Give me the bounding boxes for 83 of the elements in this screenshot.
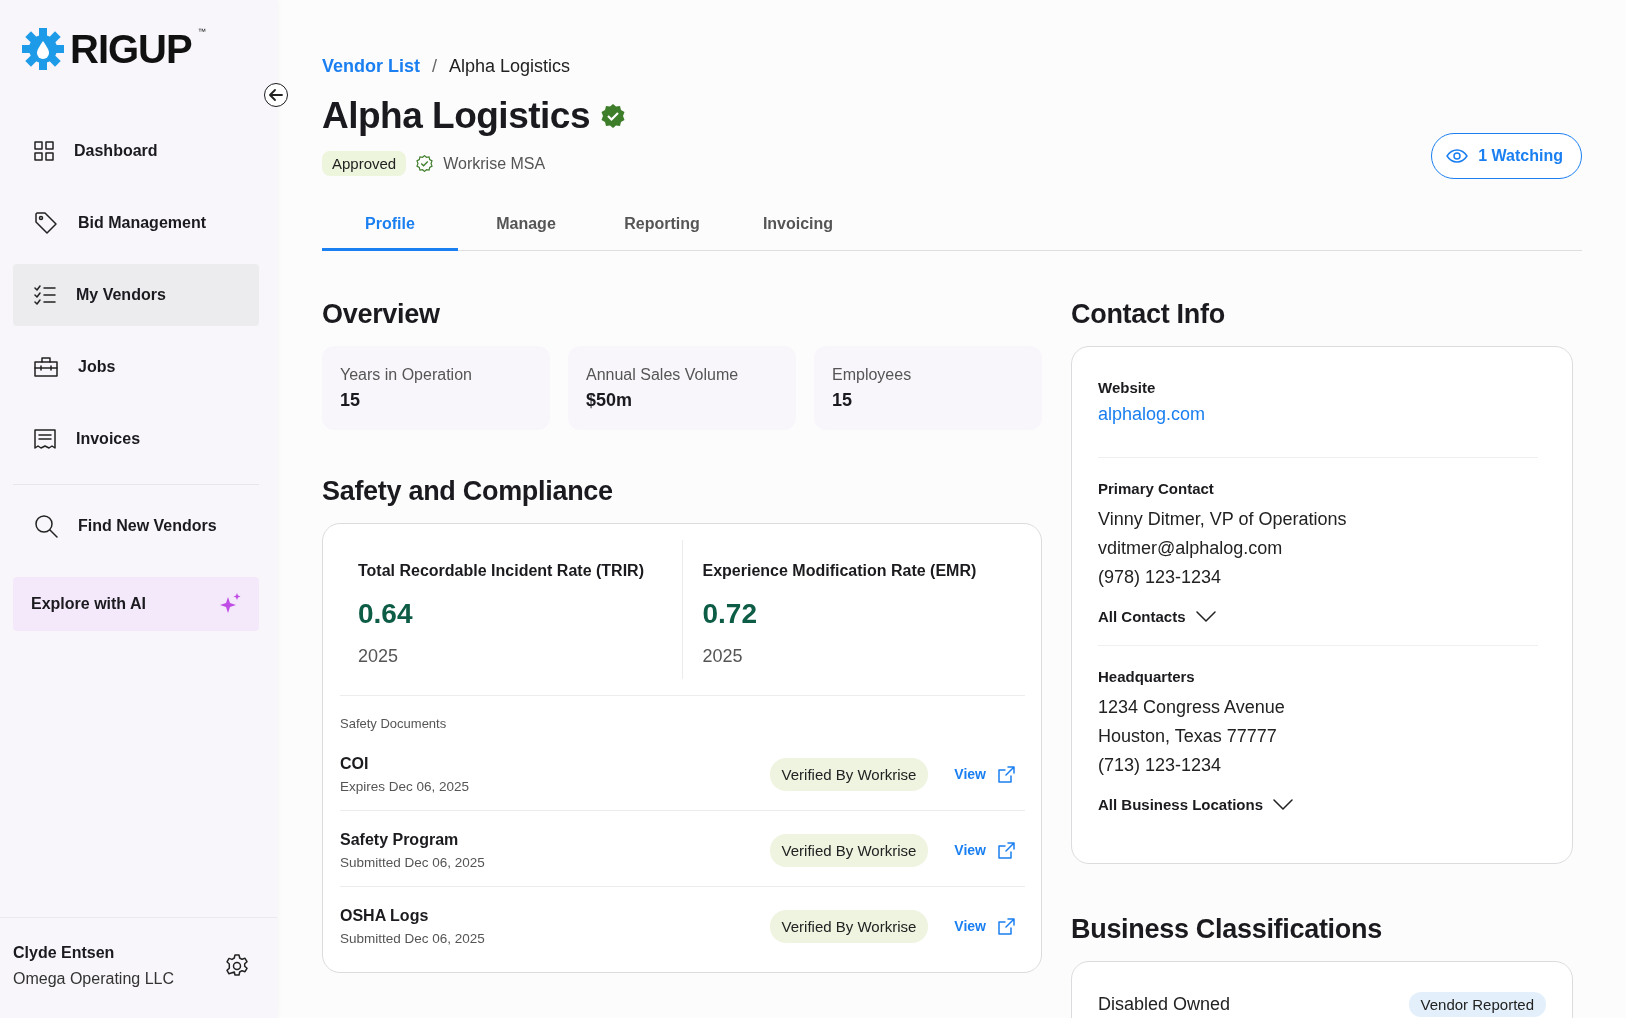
website-link[interactable]: alphalog.com (1098, 403, 1206, 425)
receipt-icon (34, 429, 56, 449)
document-date: Expires Dec 06, 2025 (340, 778, 470, 794)
tab[interactable]: Profile (322, 199, 458, 251)
tab[interactable]: Invoicing (730, 199, 866, 251)
tab[interactable]: Manage (458, 199, 594, 251)
chevron-down-icon (1195, 610, 1216, 622)
status-badge: Approved (322, 151, 407, 176)
watch-button[interactable]: 1 Watching (1431, 133, 1582, 179)
source-tag: Vendor Reported (1408, 991, 1546, 1017)
sidebar-item[interactable]: Dashboard (13, 120, 259, 182)
user-company: Omega Operating LLC (13, 970, 174, 988)
gear-logo-icon (22, 26, 64, 72)
stat-label: Annual Sales Volume (586, 365, 740, 384)
contact-line: (978) 123-1234 (1098, 565, 1223, 589)
breadcrumb-separator: / (432, 56, 438, 77)
stat-value: 15 (340, 389, 362, 411)
verified-badge: Verified By Workrise (769, 757, 929, 791)
sidebar-item[interactable]: Jobs (13, 336, 259, 398)
classification-name: Disabled Owned (1098, 993, 1231, 1015)
metric-label: Experience Modification Rate (EMR) (702, 561, 978, 580)
metric-year: 2025 (358, 645, 400, 667)
eye-icon (1446, 149, 1469, 163)
verified-badge: Verified By Workrise (769, 833, 929, 867)
section-heading: Business Classifications (1071, 913, 1383, 945)
metric-year: 2025 (702, 645, 744, 667)
stat-value: $50m (586, 389, 634, 411)
document-name: COI (340, 754, 370, 773)
logo-wordmark: RIGUP (70, 26, 192, 72)
external-link-icon (998, 765, 1015, 783)
ai-explore-button[interactable]: Explore with AI (13, 577, 259, 631)
stat-label: Years in Operation (340, 365, 473, 384)
search-icon (34, 514, 58, 538)
document-date: Submitted Dec 06, 2025 (340, 854, 485, 870)
section-heading: Overview (322, 298, 441, 330)
field-label: Website (1098, 378, 1157, 396)
external-link-icon (998, 841, 1015, 859)
view-link[interactable]: View (954, 841, 1015, 859)
section-heading: Safety and Compliance (322, 475, 614, 507)
document-name: Safety Program (340, 830, 460, 849)
metric-label: Total Recordable Incident Rate (TRIR) (358, 561, 645, 580)
collapse-button[interactable] (264, 83, 288, 107)
document-date: Submitted Dec 06, 2025 (340, 930, 485, 946)
field-label: Primary Contact (1098, 479, 1215, 497)
stat-value: 15 (832, 389, 854, 411)
contact-line: (713) 123-1234 (1098, 753, 1223, 777)
msa-label: Workrise MSA (443, 154, 546, 173)
contact-line: Houston, Texas 77777 (1098, 724, 1278, 748)
contact-line: Vinny Ditmer, VP of Operations (1098, 507, 1348, 531)
document-name: OSHA Logs (340, 906, 430, 925)
expand-toggle[interactable]: All Business Locations (1098, 795, 1294, 813)
documents-label: Safety Documents (340, 715, 448, 731)
tab[interactable]: Reporting (594, 199, 730, 251)
briefcase-icon (34, 357, 58, 377)
sidebar-item[interactable]: Find New Vendors (13, 495, 259, 557)
section-heading: Contact Info (1071, 298, 1226, 330)
metric-value: 0.72 (702, 597, 758, 630)
stat-label: Employees (832, 365, 913, 384)
sparkle-icon (219, 593, 241, 615)
vendor-title: Alpha Logistics (322, 95, 590, 137)
verified-badge: Verified By Workrise (769, 909, 929, 943)
contact-line: vditmer@alphalog.com (1098, 536, 1284, 560)
sidebar-item[interactable]: Invoices (13, 408, 259, 470)
tag-icon (34, 211, 58, 235)
user-name: Clyde Entsen (13, 944, 116, 962)
breadcrumb-link[interactable]: Vendor List (322, 56, 420, 77)
settings-icon[interactable] (225, 954, 249, 978)
grid-icon (34, 141, 54, 161)
view-link[interactable]: View (954, 917, 1015, 935)
field-label: Headquarters (1098, 667, 1196, 685)
view-link[interactable]: View (954, 765, 1015, 783)
trademark-sign: ™ (197, 26, 206, 38)
external-link-icon (998, 917, 1015, 935)
breadcrumb-current: Alpha Logistics (449, 56, 571, 77)
checklist-icon (34, 285, 56, 305)
arrow-left-icon (269, 89, 283, 101)
metric-value: 0.64 (358, 597, 414, 630)
check-badge-icon (416, 155, 434, 172)
sidebar-item[interactable]: Bid Management (13, 192, 259, 254)
sidebar-item[interactable]: My Vendors (13, 264, 259, 326)
chevron-down-icon (1273, 798, 1294, 810)
contact-line: 1234 Congress Avenue (1098, 695, 1286, 719)
expand-toggle[interactable]: All Contacts (1098, 607, 1216, 625)
